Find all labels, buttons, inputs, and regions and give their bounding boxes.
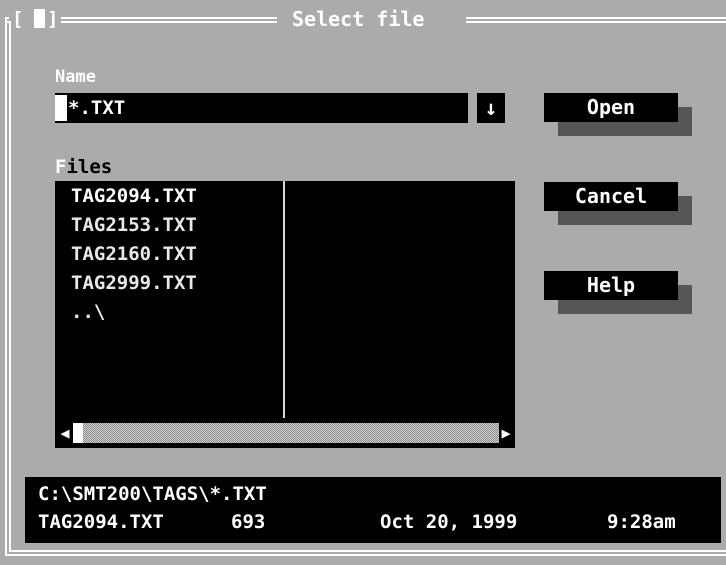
close-box-left-bracket: [ — [12, 8, 24, 30]
file-item-tag2999[interactable]: TAG2999.TXT — [71, 269, 197, 298]
scroll-right-arrow-icon[interactable]: ▶ — [499, 423, 513, 443]
open-button[interactable]: Open — [544, 93, 678, 122]
name-input-value: *.TXT — [68, 97, 126, 119]
help-button[interactable]: Help — [544, 271, 678, 300]
horizontal-scrollbar[interactable]: ◀ ▶ — [55, 418, 515, 448]
files-label-text: iles — [66, 156, 113, 178]
scroll-left-arrow-icon[interactable]: ◀ — [57, 423, 73, 443]
dialog-title: Select file — [292, 7, 425, 31]
file-info-panel: C:\SMT200\TAGS\*.TXT TAG2094.TXT 693 Oct… — [25, 477, 721, 543]
scroll-track[interactable] — [83, 423, 499, 443]
files-label: Files — [55, 156, 112, 178]
scroll-thumb[interactable] — [73, 423, 83, 443]
file-info-date: Oct 20, 1999 — [380, 511, 518, 533]
current-path: C:\SMT200\TAGS\*.TXT — [38, 483, 267, 505]
close-box-icon[interactable] — [34, 9, 45, 28]
text-cursor — [55, 95, 67, 121]
name-input[interactable]: *.TXT — [55, 93, 468, 123]
list-column-divider — [283, 181, 285, 418]
file-item-tag2160[interactable]: TAG2160.TXT — [71, 240, 197, 269]
file-info-name: TAG2094.TXT — [38, 511, 164, 533]
close-box-right-bracket: ] — [47, 8, 59, 30]
file-item-tag2153[interactable]: TAG2153.TXT — [71, 211, 197, 240]
file-list[interactable]: TAG2094.TXT TAG2153.TXT TAG2160.TXT TAG2… — [55, 181, 515, 448]
name-label: Name — [55, 67, 96, 87]
file-item-tag2094[interactable]: TAG2094.TXT — [71, 182, 197, 211]
files-label-hotkey: F — [55, 156, 67, 178]
cancel-button[interactable]: Cancel — [544, 182, 678, 211]
file-info-time: 9:28am — [607, 511, 676, 533]
file-item-parent-dir[interactable]: ..\ — [71, 298, 105, 327]
file-info-size: 693 — [231, 511, 266, 533]
select-file-dialog: { "dialog": { "title": "Select file", "c… — [0, 0, 726, 565]
history-dropdown-arrow-icon[interactable]: ↓ — [477, 93, 505, 123]
